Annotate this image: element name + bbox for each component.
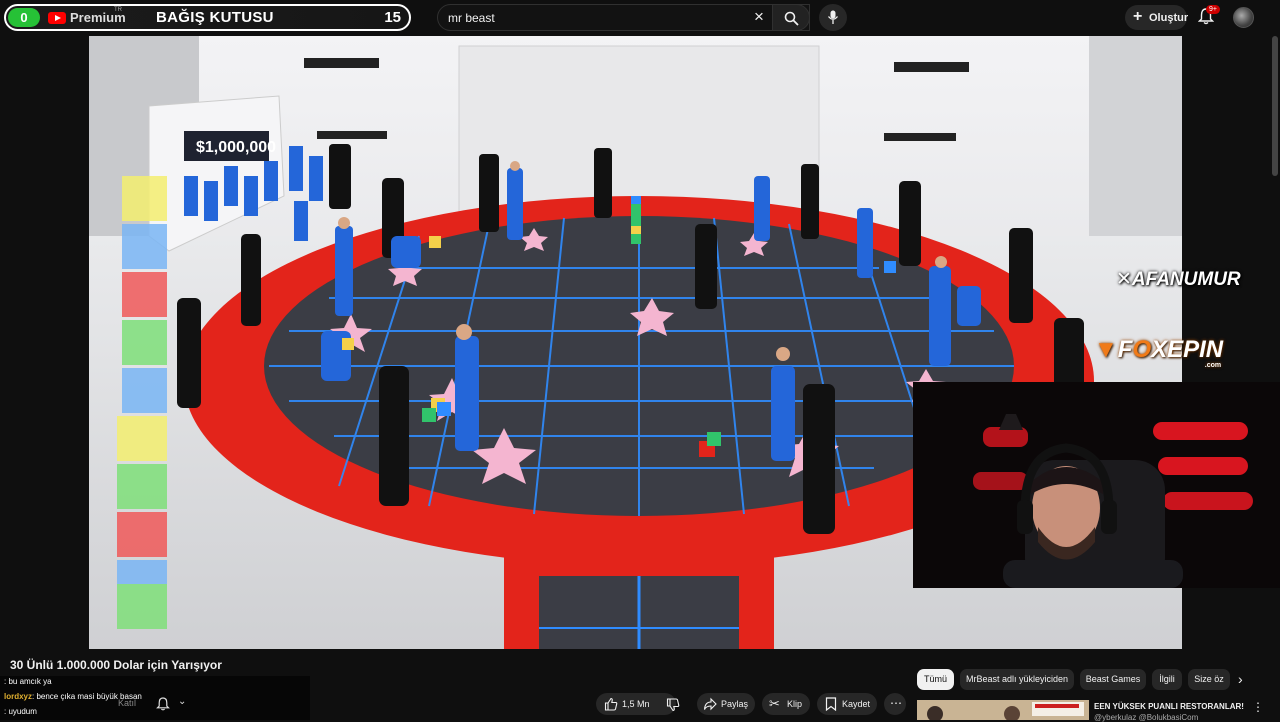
clip-label: Klip (787, 699, 803, 709)
share-label: Paylaş (721, 699, 749, 709)
recommendation-channel[interactable]: @yberkulaz @BolukbasiCom (1094, 713, 1198, 722)
foxepin-label-b: O (1132, 336, 1152, 363)
afanumur-label: AFANUMUR (1131, 269, 1241, 290)
notifications-button[interactable]: 9+ (1197, 5, 1220, 26)
account-avatar[interactable] (1233, 7, 1254, 28)
youtube-logo-icon (48, 12, 66, 24)
create-button[interactable]: + Oluştur (1125, 5, 1189, 30)
video-title: 30 Ünlü 1.000.000 Dolar için Yarışıyor (10, 658, 222, 672)
chat-overlay: : bu amcık ya lordxyz: bence çıka masi b… (0, 676, 310, 720)
bookmark-icon (825, 697, 837, 711)
search-button[interactable] (772, 4, 810, 31)
search-input[interactable]: mr beast (448, 11, 495, 25)
chip-for-you[interactable]: Size öz (1188, 669, 1230, 690)
save-label: Kaydet (842, 699, 871, 709)
page-scrollbar[interactable] (1272, 36, 1278, 176)
chat-message: : bu amcık ya (4, 677, 52, 689)
clear-search-icon[interactable]: × (754, 7, 764, 27)
thumbs-down-icon[interactable] (666, 698, 680, 712)
more-vertical-icon[interactable]: ⋮ (1252, 700, 1264, 714)
notification-badge: 9+ (1206, 5, 1220, 14)
chevron-down-icon[interactable]: ⌄ (178, 696, 186, 707)
scissors-icon: ✂ (769, 696, 780, 711)
donation-box-title: BAĞIŞ KUTUSU (156, 9, 274, 26)
chat-text: : bu amcık ya (4, 677, 52, 686)
more-horizontal-icon: ⋯ (890, 696, 902, 710)
prize-sign: $1,000,000 (196, 139, 276, 156)
voice-search-button[interactable] (819, 4, 847, 31)
chip-beast-games[interactable]: Beast Games (1080, 669, 1146, 690)
streamer-webcam (913, 382, 1280, 588)
chat-message: : uyudum (4, 707, 37, 719)
search-bar[interactable]: mr beast × (437, 4, 810, 31)
chip-related[interactable]: İlgili (1152, 669, 1182, 690)
share-icon (703, 697, 717, 711)
search-icon (784, 11, 799, 26)
thumbnail-image (917, 700, 1089, 720)
recommendation-thumbnail[interactable] (917, 700, 1089, 720)
foxepin-watermark: ▼FOXEPIN .com (1094, 336, 1224, 369)
masthead: 0 Premium TR BAĞIŞ KUTUSU 15 mr beast × … (0, 0, 1280, 36)
x-logo-icon: ✕ (1116, 269, 1132, 290)
foxepin-label-a: F (1117, 336, 1133, 363)
foxepin-label-c: XEPIN (1151, 336, 1224, 363)
create-label: Oluştur (1149, 12, 1189, 24)
clip-button[interactable]: ✂ Klip (762, 693, 810, 715)
webcam-frame (913, 382, 1280, 588)
microphone-icon (827, 10, 839, 24)
thumbs-up-icon[interactable] (604, 697, 618, 711)
chevron-right-icon[interactable]: › (1238, 671, 1243, 687)
donation-count-badge: 0 (8, 8, 40, 27)
chip-all[interactable]: Tümü (917, 669, 954, 690)
share-button[interactable]: Paylaş (697, 693, 755, 715)
chip-from-uploader[interactable]: MrBeast adlı yükleyiciden (960, 669, 1074, 690)
premium-region-label: TR (114, 7, 122, 13)
save-button[interactable]: Kaydet (817, 693, 877, 715)
subscription-bell-icon[interactable] (156, 697, 170, 711)
recommendation-title[interactable]: EEN YÜKSEK PUANLI RESTORANLAR! (1094, 702, 1244, 711)
join-button[interactable]: Katıl (118, 698, 136, 708)
foxepin-suffix: .com (1204, 362, 1222, 369)
afanumur-watermark: ✕AFANUMUR (1116, 268, 1241, 291)
chat-text: : uyudum (4, 707, 37, 716)
like-dislike-group: 1,5 Mn (596, 693, 680, 715)
plus-icon: + (1133, 8, 1143, 25)
chat-username: lordxyz (4, 692, 33, 701)
fox-logo-icon: ▼ (1094, 336, 1118, 363)
donation-box-widget: 0 Premium TR BAĞIŞ KUTUSU 15 (4, 4, 411, 31)
like-count[interactable]: 1,5 Mn (622, 699, 650, 709)
more-actions-button[interactable]: ⋯ (884, 693, 906, 715)
donation-amount: 15 (384, 9, 401, 26)
